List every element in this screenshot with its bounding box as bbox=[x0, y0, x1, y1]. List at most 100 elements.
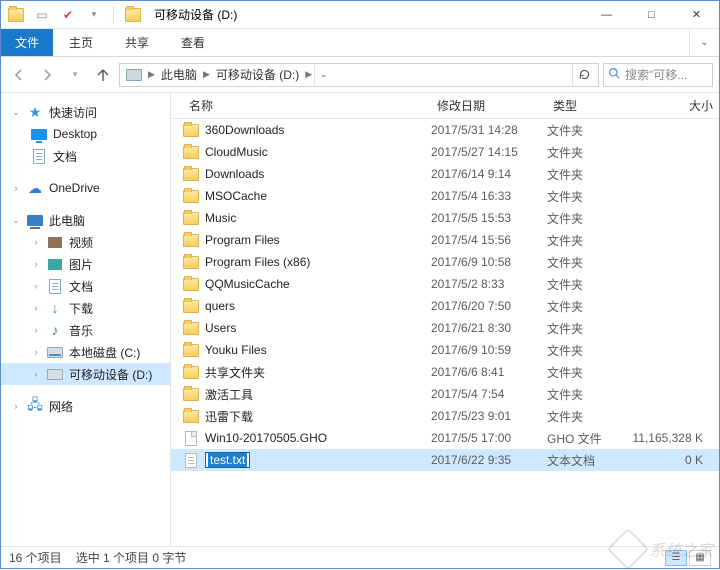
table-row[interactable]: Youku Files 2017/6/9 10:59 文件夹 bbox=[171, 339, 719, 361]
chevron-right-icon[interactable]: ▶ bbox=[303, 69, 314, 80]
folder-icon bbox=[183, 168, 199, 181]
file-date: 2017/5/4 7:54 bbox=[431, 387, 547, 401]
folder-icon bbox=[183, 234, 199, 247]
view-icons-button[interactable]: ▦ bbox=[689, 550, 711, 566]
refresh-button[interactable] bbox=[572, 64, 596, 86]
table-row[interactable]: 激活工具 2017/5/4 7:54 文件夹 bbox=[171, 383, 719, 405]
sidebar: ⌄★快速访问 Desktop 文档 ›☁OneDrive ⌄此电脑 ›视频 ›图… bbox=[1, 93, 171, 546]
sidebar-item-cdrive[interactable]: ›本地磁盘 (C:) bbox=[1, 341, 170, 363]
folder-icon bbox=[183, 388, 199, 401]
folder-icon bbox=[183, 366, 199, 379]
file-name: Program Files (x86) bbox=[205, 255, 310, 269]
qat-item[interactable]: ▭ bbox=[33, 6, 51, 24]
file-tab[interactable]: 文件 bbox=[1, 29, 53, 56]
file-name: CloudMusic bbox=[205, 145, 268, 159]
table-row[interactable]: MSOCache 2017/5/4 16:33 文件夹 bbox=[171, 185, 719, 207]
qat-caret[interactable]: ▾ bbox=[85, 6, 103, 24]
window-title: 可移动设备 (D:) bbox=[154, 6, 237, 23]
statusbar: 16 个项目 选中 1 个项目 0 字节 ☰ ▦ bbox=[1, 546, 719, 568]
file-type: 文件夹 bbox=[547, 210, 623, 227]
sidebar-item-documents[interactable]: ›文档 bbox=[1, 275, 170, 297]
sidebar-item-desktop[interactable]: Desktop bbox=[1, 123, 170, 145]
document-icon bbox=[33, 149, 45, 164]
tab-share[interactable]: 共享 bbox=[109, 29, 165, 56]
sidebar-item-pictures[interactable]: ›图片 bbox=[1, 253, 170, 275]
breadcrumb[interactable]: 此电脑 bbox=[157, 66, 201, 83]
tab-home[interactable]: 主页 bbox=[53, 29, 109, 56]
sidebar-item-onedrive[interactable]: ›☁OneDrive bbox=[1, 177, 170, 199]
back-button[interactable] bbox=[7, 63, 31, 87]
usb-drive-icon bbox=[47, 369, 63, 380]
address-history-button[interactable]: ⌄ bbox=[314, 64, 332, 86]
sidebar-item-quickaccess[interactable]: ⌄★快速访问 bbox=[1, 101, 170, 123]
file-type: 文件夹 bbox=[547, 276, 623, 293]
table-row[interactable]: Users 2017/6/21 8:30 文件夹 bbox=[171, 317, 719, 339]
recent-button[interactable]: ▾ bbox=[63, 63, 87, 87]
qat-check-icon[interactable]: ✔ bbox=[59, 6, 77, 24]
table-row[interactable]: Program Files 2017/5/4 15:56 文件夹 bbox=[171, 229, 719, 251]
download-icon: ↓ bbox=[47, 300, 63, 316]
table-row[interactable]: CloudMusic 2017/5/27 14:15 文件夹 bbox=[171, 141, 719, 163]
minimize-button[interactable]: — bbox=[584, 1, 629, 28]
forward-button[interactable] bbox=[35, 63, 59, 87]
sidebar-item-network[interactable]: ›🖧网络 bbox=[1, 395, 170, 417]
chevron-right-icon[interactable]: ▶ bbox=[201, 69, 212, 80]
file-date: 2017/6/9 10:58 bbox=[431, 255, 547, 269]
rename-input[interactable]: test.txt bbox=[205, 452, 250, 468]
file-type: 文件夹 bbox=[547, 364, 623, 381]
search-placeholder: 搜索"可移... bbox=[625, 66, 687, 83]
sidebar-item-thispc[interactable]: ⌄此电脑 bbox=[1, 209, 170, 231]
column-date[interactable]: 修改日期 bbox=[431, 97, 547, 114]
file-type: GHO 文件 bbox=[547, 430, 623, 447]
file-type: 文件夹 bbox=[547, 122, 623, 139]
file-type: 文件夹 bbox=[547, 232, 623, 249]
file-name: QQMusicCache bbox=[205, 277, 290, 291]
file-size: 0 K bbox=[623, 453, 719, 467]
maximize-button[interactable]: □ bbox=[629, 1, 674, 28]
column-headers: 名称 修改日期 类型 大小 bbox=[171, 93, 719, 119]
file-date: 2017/5/5 17:00 bbox=[431, 431, 547, 445]
chevron-right-icon[interactable]: ▶ bbox=[146, 69, 157, 80]
address-bar[interactable]: ▶ 此电脑 ▶ 可移动设备 (D:) ▶ ⌄ bbox=[119, 63, 599, 87]
file-type: 文件夹 bbox=[547, 144, 623, 161]
column-size[interactable]: 大小 bbox=[623, 97, 719, 114]
navbar: ▾ ▶ 此电脑 ▶ 可移动设备 (D:) ▶ ⌄ 搜索"可移... bbox=[1, 57, 719, 93]
tab-view[interactable]: 查看 bbox=[165, 29, 221, 56]
sidebar-item-music[interactable]: ›♪音乐 bbox=[1, 319, 170, 341]
table-row[interactable]: Win10-20170505.GHO 2017/5/5 17:00 GHO 文件… bbox=[171, 427, 719, 449]
file-date: 2017/6/22 9:35 bbox=[431, 453, 547, 467]
sidebar-item-videos[interactable]: ›视频 bbox=[1, 231, 170, 253]
sidebar-item-downloads[interactable]: ›↓下载 bbox=[1, 297, 170, 319]
sidebar-item-ddrive[interactable]: ›可移动设备 (D:) bbox=[1, 363, 170, 385]
folder-icon bbox=[183, 256, 199, 269]
table-row[interactable]: 360Downloads 2017/5/31 14:28 文件夹 bbox=[171, 119, 719, 141]
file-date: 2017/6/6 8:41 bbox=[431, 365, 547, 379]
search-input[interactable]: 搜索"可移... bbox=[603, 63, 713, 87]
close-button[interactable]: ✕ bbox=[674, 1, 719, 28]
up-button[interactable] bbox=[91, 63, 115, 87]
file-type: 文件夹 bbox=[547, 342, 623, 359]
table-row[interactable]: 迅雷下载 2017/5/23 9:01 文件夹 bbox=[171, 405, 719, 427]
table-row[interactable]: 共享文件夹 2017/6/6 8:41 文件夹 bbox=[171, 361, 719, 383]
file-type: 文件夹 bbox=[547, 188, 623, 205]
table-row[interactable]: Downloads 2017/6/14 9:14 文件夹 bbox=[171, 163, 719, 185]
table-row[interactable]: test.txt 2017/6/22 9:35 文本文档 0 K bbox=[171, 449, 719, 471]
folder-icon bbox=[183, 190, 199, 203]
sidebar-item-documents[interactable]: 文档 bbox=[1, 145, 170, 167]
view-details-button[interactable]: ☰ bbox=[665, 550, 687, 566]
folder-icon bbox=[183, 124, 199, 137]
file-name: 迅雷下载 bbox=[205, 408, 253, 425]
table-row[interactable]: quers 2017/6/20 7:50 文件夹 bbox=[171, 295, 719, 317]
column-name[interactable]: 名称 bbox=[183, 97, 431, 114]
ribbon-expand-button[interactable]: ⌄ bbox=[689, 29, 719, 56]
file-name: Music bbox=[205, 211, 236, 225]
breadcrumb[interactable]: 可移动设备 (D:) bbox=[212, 66, 303, 83]
file-date: 2017/6/14 9:14 bbox=[431, 167, 547, 181]
file-size: 11,165,328 K bbox=[623, 431, 719, 445]
table-row[interactable]: QQMusicCache 2017/5/2 8:33 文件夹 bbox=[171, 273, 719, 295]
column-type[interactable]: 类型 bbox=[547, 97, 623, 114]
file-name: Youku Files bbox=[205, 343, 267, 357]
table-row[interactable]: Program Files (x86) 2017/6/9 10:58 文件夹 bbox=[171, 251, 719, 273]
status-selection: 选中 1 个项目 0 字节 bbox=[76, 549, 187, 566]
table-row[interactable]: Music 2017/5/5 15:53 文件夹 bbox=[171, 207, 719, 229]
